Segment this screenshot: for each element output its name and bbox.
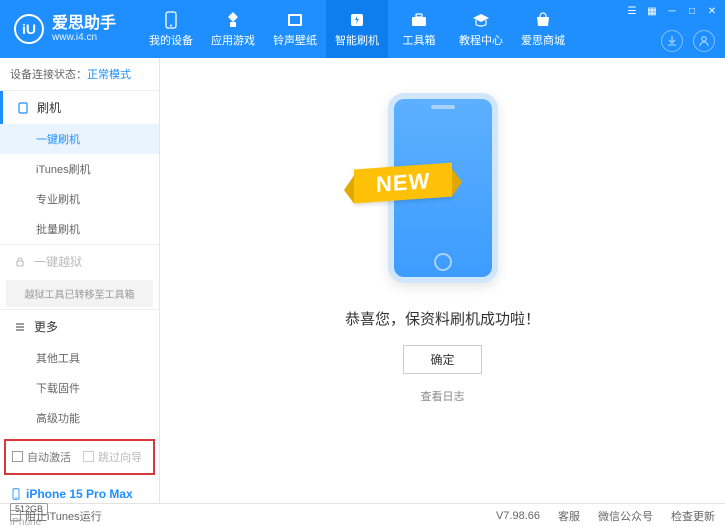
nav-label: 工具箱	[403, 32, 436, 48]
sidebar-item-advanced[interactable]: 高级功能	[0, 403, 159, 433]
nav-flash[interactable]: 智能刷机	[326, 0, 388, 58]
skip-guide-checkbox: 跳过向导	[83, 449, 142, 465]
toolbox-icon	[409, 11, 429, 29]
nav-tutorial[interactable]: 教程中心	[450, 0, 512, 58]
section-title: 刷机	[37, 99, 61, 116]
nav-label: 应用游戏	[211, 32, 255, 48]
success-message: 恭喜您，保资料刷机成功啦！	[345, 308, 540, 329]
wallpaper-icon	[285, 11, 305, 29]
nav-label: 铃声壁纸	[273, 32, 317, 48]
phone-icon	[161, 11, 181, 29]
app-header: iU 爱思助手 www.i4.cn 我的设备 应用游戏 铃声壁纸 智能刷机 工具…	[0, 0, 725, 58]
nav-label: 智能刷机	[335, 32, 379, 48]
download-icon[interactable]	[661, 30, 683, 52]
apps-icon	[223, 11, 243, 29]
sidebar-item-pro-flash[interactable]: 专业刷机	[0, 184, 159, 214]
sidebar-section-flash[interactable]: 刷机	[0, 91, 159, 124]
nav-ringtone[interactable]: 铃声壁纸	[264, 0, 326, 58]
nav-toolbox[interactable]: 工具箱	[388, 0, 450, 58]
version-label: V7.98.66	[496, 510, 540, 522]
lock-section-icon	[14, 256, 26, 268]
jailbreak-moved-note: 越狱工具已转移至工具箱	[6, 280, 153, 307]
flash-icon	[347, 11, 367, 29]
block-itunes-checkbox[interactable]: 阻止iTunes运行	[10, 508, 102, 524]
connection-status: 设备连接状态：正常模式	[0, 58, 159, 90]
auto-activate-checkbox[interactable]: 自动激活	[12, 449, 71, 465]
device-phone-icon	[10, 488, 22, 500]
device-name: iPhone 15 Pro Max	[26, 487, 133, 501]
wechat-link[interactable]: 微信公众号	[598, 508, 653, 524]
status-label: 设备连接状态：	[10, 69, 87, 81]
nav-label: 我的设备	[149, 32, 193, 48]
nav-my-device[interactable]: 我的设备	[140, 0, 202, 58]
app-title: 爱思助手	[52, 15, 116, 33]
nav-apps[interactable]: 应用游戏	[202, 0, 264, 58]
sidebar-section-jailbreak: 一键越狱	[0, 245, 159, 278]
sidebar-item-download-firmware[interactable]: 下载固件	[0, 373, 159, 403]
store-icon	[533, 11, 553, 29]
section-title: 一键越狱	[34, 253, 82, 270]
app-subtitle: www.i4.cn	[52, 32, 116, 43]
menu-icon[interactable]: ☰	[625, 4, 639, 18]
nav-label: 教程中心	[459, 32, 503, 48]
ok-button[interactable]: 确定	[403, 345, 481, 374]
sidebar-item-itunes-flash[interactable]: iTunes刷机	[0, 154, 159, 184]
support-link[interactable]: 客服	[558, 508, 580, 524]
maximize-icon[interactable]: □	[685, 4, 699, 18]
checkbox-label: 自动激活	[27, 452, 71, 464]
header-action-circles	[661, 30, 715, 52]
options-highlight-box: 自动激活 跳过向导	[4, 439, 155, 475]
user-icon[interactable]	[693, 30, 715, 52]
window-controls: ☰ ▦ ─ □ ✕	[625, 4, 719, 18]
main-panel: NEW 恭喜您，保资料刷机成功啦！ 确定 查看日志	[160, 58, 725, 503]
check-update-link[interactable]: 检查更新	[671, 508, 715, 524]
section-title: 更多	[34, 318, 58, 335]
new-ribbon: NEW	[354, 163, 452, 204]
lock-icon[interactable]: ▦	[645, 4, 659, 18]
top-nav: 我的设备 应用游戏 铃声壁纸 智能刷机 工具箱 教程中心 爱思商城	[140, 0, 574, 58]
checkbox-label: 阻止iTunes运行	[25, 511, 102, 523]
sidebar: 设备连接状态：正常模式 刷机 一键刷机 iTunes刷机 专业刷机 批量刷机 一…	[0, 58, 160, 503]
sidebar-section-more[interactable]: 更多	[0, 310, 159, 343]
nav-store[interactable]: 爱思商城	[512, 0, 574, 58]
sidebar-item-other-tools[interactable]: 其他工具	[0, 343, 159, 373]
view-log-link[interactable]: 查看日志	[421, 388, 465, 404]
sidebar-item-batch-flash[interactable]: 批量刷机	[0, 214, 159, 244]
minimize-icon[interactable]: ─	[665, 4, 679, 18]
more-section-icon	[14, 321, 26, 333]
graduation-icon	[471, 11, 491, 29]
nav-label: 爱思商城	[521, 32, 565, 48]
status-value: 正常模式	[87, 69, 131, 81]
success-illustration: NEW	[368, 88, 518, 288]
sidebar-item-oneclick-flash[interactable]: 一键刷机	[0, 124, 159, 154]
flash-section-icon	[17, 102, 29, 114]
close-icon[interactable]: ✕	[705, 4, 719, 18]
logo-badge-icon: iU	[14, 14, 44, 44]
app-logo: iU 爱思助手 www.i4.cn	[0, 14, 130, 44]
checkbox-label: 跳过向导	[98, 452, 142, 464]
